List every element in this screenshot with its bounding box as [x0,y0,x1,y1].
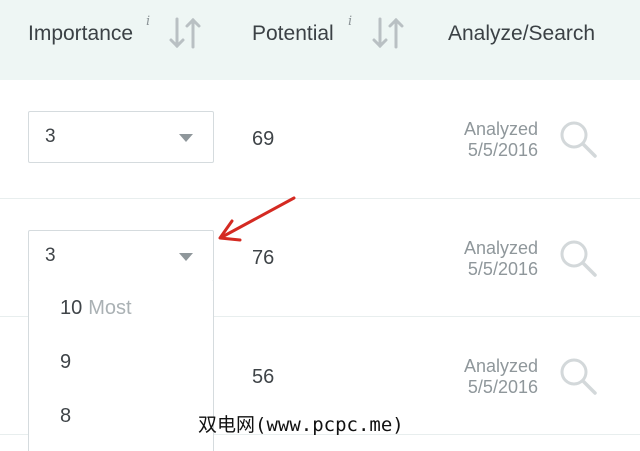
analyzed-date: 5/5/2016 [467,259,538,279]
potential-value: 69 [252,128,275,150]
analyzed-label: Analyzed [463,119,538,139]
search-icon[interactable] [558,119,598,159]
dropdown-option-8[interactable]: 8 [60,405,71,428]
watermark-text: 双电网(www.pcpc.me) [198,414,404,436]
analyzed-status: Analyzed 5/5/2016 [440,356,538,398]
option-value: 10 [60,297,83,319]
analyzed-label: Analyzed [463,356,538,376]
dropdown-option-9[interactable]: 9 [60,351,71,374]
importance-info-icon[interactable]: i [146,14,150,29]
importance-select-open[interactable]: 3 [28,230,214,282]
row-divider [0,198,640,199]
option-value: 9 [60,351,72,373]
option-value: 8 [60,405,72,427]
analyzed-status: Analyzed 5/5/2016 [440,119,538,161]
column-header-analyze-search: Analyze/Search [448,22,596,45]
potential-value: 56 [252,366,275,388]
column-header-importance[interactable]: Importance [28,22,133,46]
chevron-down-icon [179,134,193,142]
importance-dropdown-menu: 10 Most 9 8 [28,281,214,451]
importance-select[interactable]: 3 [28,111,214,163]
analyzed-date: 5/5/2016 [467,140,538,160]
column-header-potential[interactable]: Potential [252,22,334,46]
search-icon[interactable] [558,238,598,278]
potential-info-icon[interactable]: i [348,14,352,29]
analyzed-status: Analyzed 5/5/2016 [440,238,538,280]
chevron-down-icon [179,253,193,261]
annotation-arrow [218,196,296,242]
potential-value: 76 [252,247,275,269]
importance-select-value: 3 [45,126,56,147]
importance-sort-icon[interactable] [168,16,202,50]
option-note: Most [88,297,132,319]
analyzed-label: Analyzed [463,238,538,258]
potential-sort-icon[interactable] [371,16,405,50]
dropdown-option-10[interactable]: 10 Most [60,297,132,320]
importance-select-value: 3 [45,245,56,266]
search-icon[interactable] [558,356,598,396]
analyzed-date: 5/5/2016 [467,377,538,397]
